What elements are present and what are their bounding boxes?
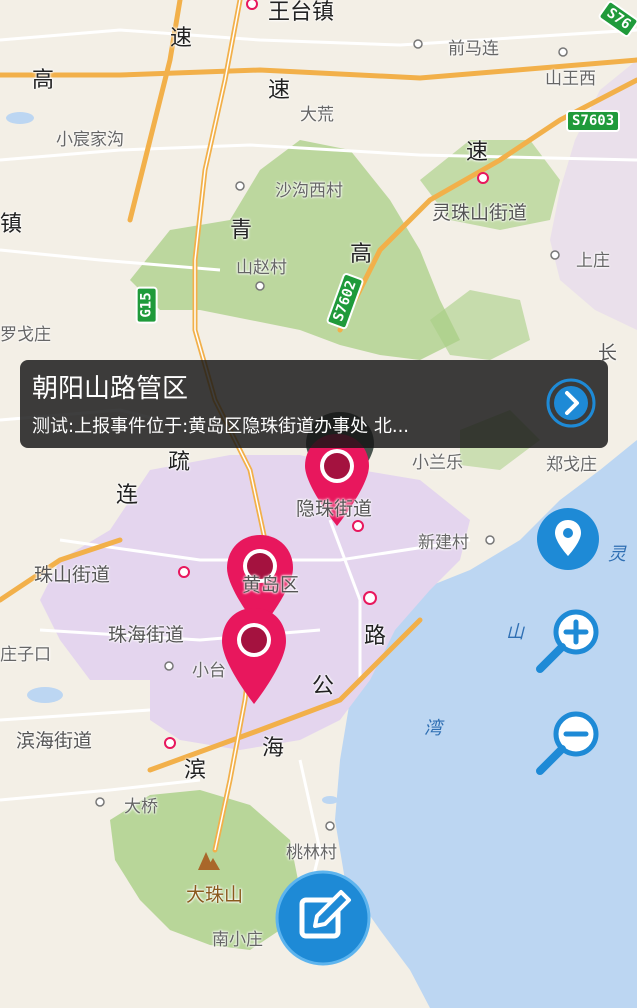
- place-label: 王台镇: [268, 0, 335, 25]
- place-label: 小台: [192, 661, 226, 681]
- place-label: 大荒: [300, 105, 334, 125]
- place-label: 高: [350, 242, 373, 267]
- place-label: 南小庄: [212, 930, 263, 950]
- place-label: 青: [230, 218, 253, 243]
- place-label: 沙沟西村: [275, 181, 343, 201]
- zoom-out-icon[interactable]: [532, 707, 604, 779]
- place-label: 大桥: [124, 797, 158, 817]
- place-label: 速: [268, 78, 291, 103]
- water-label: 山: [506, 622, 524, 643]
- place-label: 罗戈庄: [0, 325, 51, 345]
- place-label: 小宸家沟: [56, 130, 124, 150]
- place-label: 小兰乐: [412, 453, 463, 473]
- place-label: 滨: [184, 758, 207, 783]
- place-label: 公: [312, 674, 335, 699]
- place-label: 桃林村: [286, 843, 337, 863]
- place-label: 海: [262, 736, 285, 761]
- place-label: 大珠山: [186, 884, 244, 906]
- place-label: 镇: [0, 212, 23, 237]
- place-label: 上庄: [576, 251, 610, 271]
- place-label: 隐珠街道: [296, 498, 373, 520]
- place-label: 灵珠山街道: [432, 202, 528, 224]
- road-shield: S7603: [566, 110, 621, 132]
- place-label: 山赵村: [236, 258, 287, 278]
- place-label: 山王西: [545, 69, 596, 89]
- popup-title: 朝阳山路管区: [32, 374, 189, 404]
- place-label: 黄岛区: [242, 574, 300, 596]
- place-label: 速: [466, 140, 489, 165]
- location-icon[interactable]: [535, 506, 601, 572]
- water-label: 湾: [424, 718, 442, 739]
- place-label: 前马连: [448, 39, 499, 59]
- place-label: 连: [116, 483, 139, 508]
- place-label: 庄子口: [0, 645, 51, 665]
- place-label: 高: [32, 68, 55, 93]
- place-label: 新建村: [418, 533, 469, 553]
- popup-subtitle: 测试:上报事件位于:黄岛区隐珠街道办事处 北...: [32, 416, 410, 437]
- edit-icon[interactable]: [275, 870, 371, 966]
- chevron-right-icon[interactable]: [546, 378, 596, 428]
- event-info-popup[interactable]: 朝阳山路管区 测试:上报事件位于:黄岛区隐珠街道办事处 北...: [20, 360, 608, 448]
- place-label: 滨海街道: [16, 730, 93, 752]
- water-label: 灵: [608, 544, 626, 565]
- place-label: 珠山街道: [34, 564, 111, 586]
- place-label: 速: [170, 26, 193, 51]
- zoom-in-icon[interactable]: [532, 605, 604, 677]
- place-label: 珠海街道: [108, 624, 185, 646]
- place-label: 疏: [168, 450, 191, 475]
- place-label: 路: [364, 624, 387, 649]
- road-shield: G15: [135, 286, 158, 324]
- place-label: 郑戈庄: [546, 455, 597, 475]
